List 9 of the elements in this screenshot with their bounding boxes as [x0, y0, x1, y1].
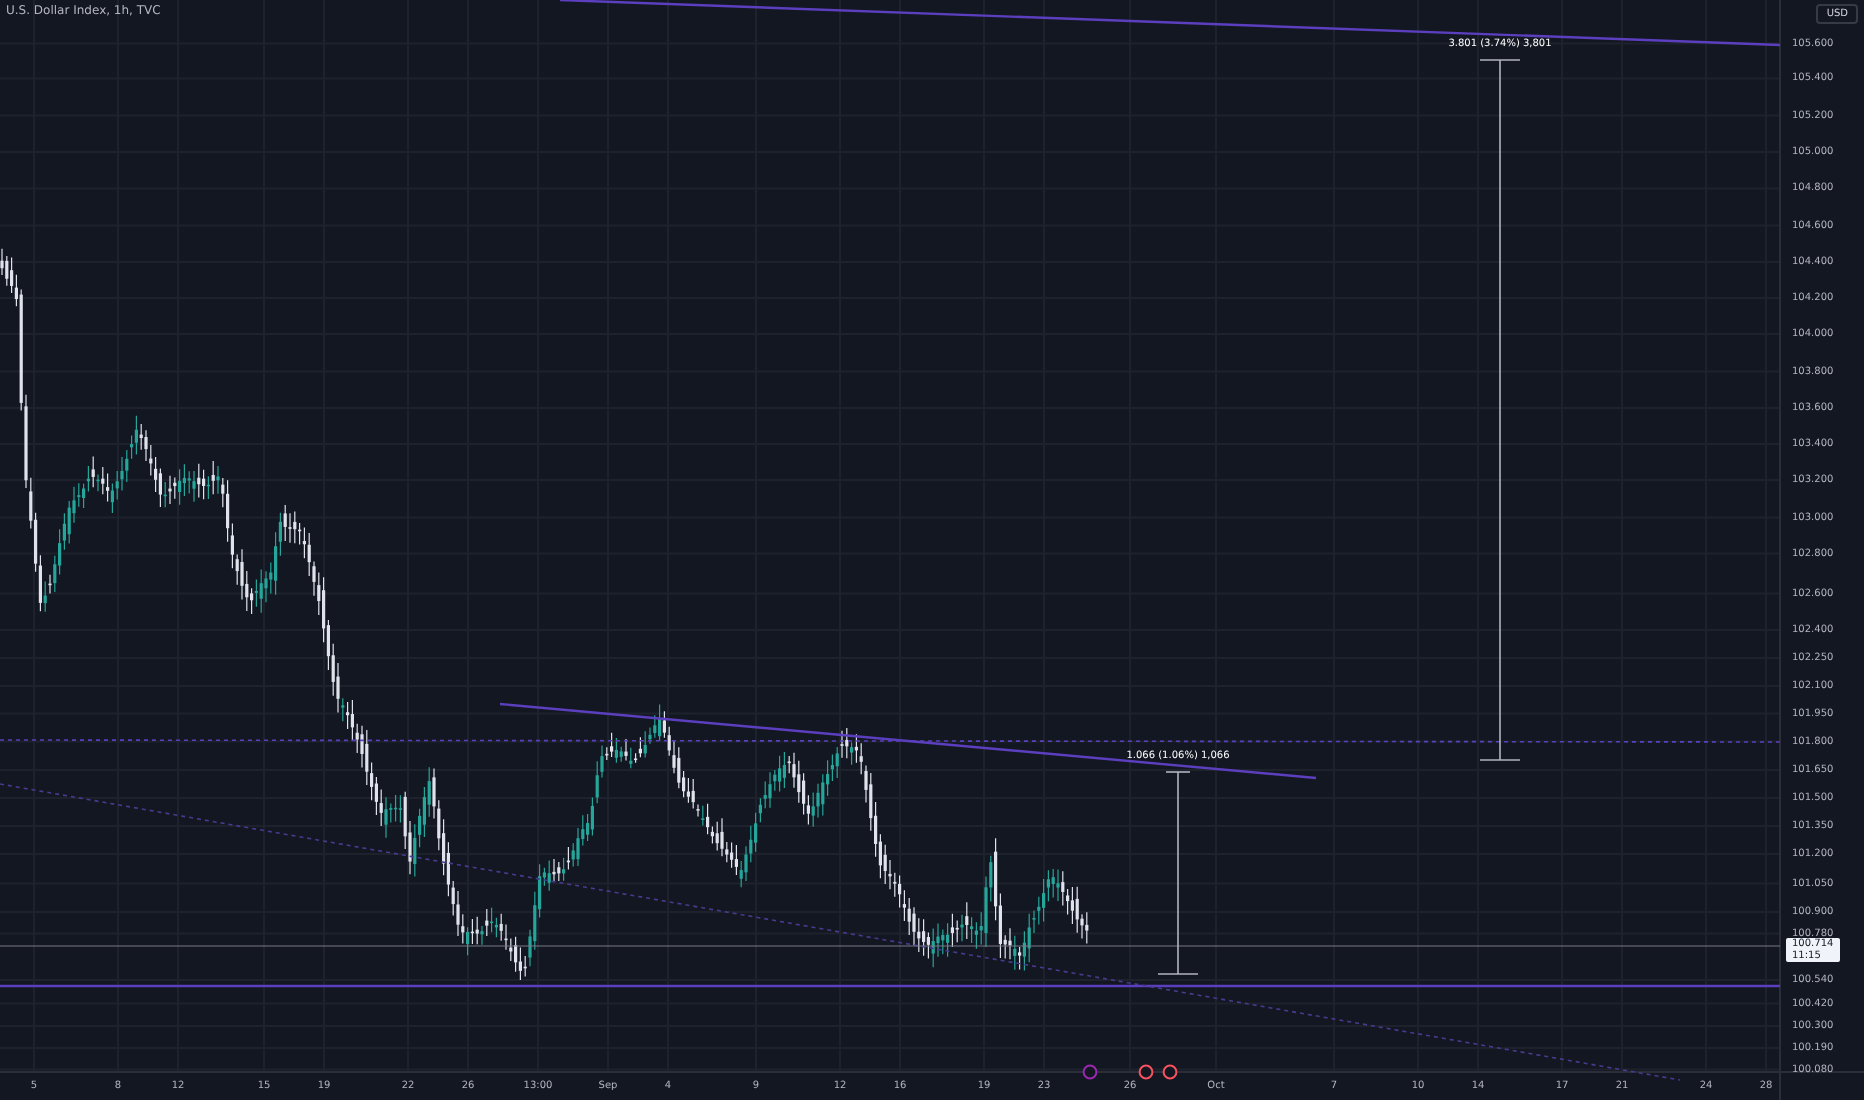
measure-bar[interactable]: [1479, 59, 1521, 761]
event-marker-icon[interactable]: [1138, 1064, 1154, 1080]
dashed-trend-line[interactable]: [0, 783, 1681, 1081]
dashed-line[interactable]: [0, 739, 1781, 743]
trend-line[interactable]: [499, 702, 1317, 780]
measure-bar[interactable]: [1157, 771, 1199, 975]
event-marker-icon[interactable]: [1162, 1064, 1178, 1080]
event-marker-icon[interactable]: [1082, 1064, 1098, 1080]
trend-line[interactable]: [559, 0, 1781, 47]
